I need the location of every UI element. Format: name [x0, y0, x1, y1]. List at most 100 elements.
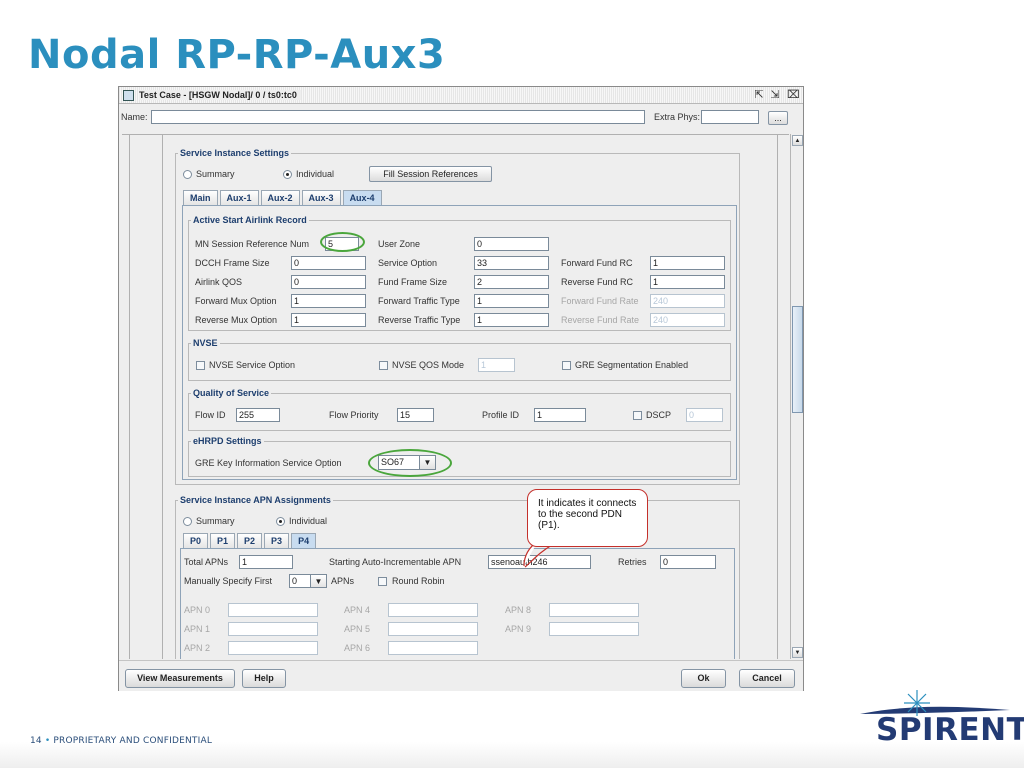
summary-radio[interactable]: [183, 170, 192, 179]
view-measurements-button[interactable]: View Measurements: [125, 669, 235, 688]
individual-radio[interactable]: [283, 170, 292, 179]
forward-traffic-type-input[interactable]: 1: [474, 294, 549, 308]
scrollbar-thumb[interactable]: [792, 306, 803, 413]
window-title: Test Case - [HSGW Nodal]/ 0 / ts0:tc0: [139, 90, 301, 100]
reverse-fund-rc-label: Reverse Fund RC: [561, 277, 634, 287]
apn-9-label: APN 9: [505, 624, 532, 634]
apn-6-input: [388, 641, 478, 655]
tab-aux-1[interactable]: Aux-1: [219, 190, 259, 205]
restore-icon[interactable]: ⇱: [753, 89, 765, 101]
starting-apn-input[interactable]: ssenoauth246: [488, 555, 591, 569]
vertical-scrollbar[interactable]: ▲ ▼: [790, 134, 803, 659]
service-option-label: Service Option: [378, 258, 438, 268]
apn-individual-label: Individual: [289, 516, 328, 526]
tab-p4[interactable]: P4: [291, 533, 317, 548]
scroll-down-icon[interactable]: ▼: [792, 647, 803, 658]
reverse-fund-rate-input: 240: [650, 313, 725, 327]
apns-label: APNs: [331, 576, 355, 586]
reverse-fund-rate-label: Reverse Fund Rate: [561, 315, 640, 325]
ehrpd-title: eHRPD Settings: [191, 436, 264, 446]
extra-phys-input[interactable]: [701, 110, 759, 124]
mn-session-ref-label: MN Session Reference Num: [195, 239, 310, 249]
retries-input[interactable]: 0: [660, 555, 716, 569]
dscp-label: DSCP: [646, 410, 672, 420]
manual-first-select[interactable]: 0 ▼: [289, 574, 327, 588]
footer: 14 • PROPRIETARY AND CONFIDENTIAL: [30, 736, 213, 746]
forward-fund-rc-input[interactable]: 1: [650, 256, 725, 270]
total-apns-input[interactable]: 1: [239, 555, 293, 569]
tab-aux-2[interactable]: Aux-2: [260, 190, 300, 205]
airlink-title: Active Start Airlink Record: [191, 215, 309, 225]
dscp-checkbox[interactable]: [633, 411, 642, 420]
cancel-button[interactable]: Cancel: [739, 669, 795, 688]
nvse-group: NVSE NVSE Service Option NVSE QOS Mode 1…: [188, 338, 731, 381]
scroll-panel: Service Instance Settings Summary Indivi…: [122, 134, 789, 659]
reverse-mux-input[interactable]: 1: [291, 313, 366, 327]
qos-title: Quality of Service: [191, 388, 272, 398]
forward-traffic-type-label: Forward Traffic Type: [378, 296, 460, 306]
nvse-service-option-label: NVSE Service Option: [209, 360, 296, 370]
reverse-traffic-type-input[interactable]: 1: [474, 313, 549, 327]
apn-assignments-title: Service Instance APN Assignments: [178, 495, 333, 505]
round-robin-checkbox[interactable]: [378, 577, 387, 586]
flow-id-label: Flow ID: [195, 410, 226, 420]
chevron-down-icon[interactable]: ▼: [310, 575, 326, 587]
round-robin-label: Round Robin: [392, 576, 445, 586]
name-label: Name:: [121, 112, 148, 122]
nvse-title: NVSE: [191, 338, 220, 348]
nvse-qos-mode-input: 1: [478, 358, 515, 372]
forward-mux-input[interactable]: 1: [291, 294, 366, 308]
reverse-fund-rc-input[interactable]: 1: [650, 275, 725, 289]
profile-id-input[interactable]: 1: [534, 408, 586, 422]
browse-button[interactable]: ...: [768, 111, 788, 125]
flow-priority-input[interactable]: 15: [397, 408, 434, 422]
apn-6-label: APN 6: [344, 643, 371, 653]
close-icon[interactable]: ⌧: [787, 89, 800, 101]
gre-key-highlight: [368, 449, 452, 477]
dcch-frame-size-label: DCCH Frame Size: [195, 258, 270, 268]
tab-p2[interactable]: P2: [237, 533, 263, 548]
service-option-input[interactable]: 33: [474, 256, 549, 270]
profile-id-label: Profile ID: [482, 410, 520, 420]
name-input[interactable]: [151, 110, 645, 124]
extra-phys-label: Extra Phys:: [654, 112, 701, 122]
maximize-icon[interactable]: ⇲: [769, 89, 781, 101]
apn-individual-radio[interactable]: [276, 517, 285, 526]
user-zone-input[interactable]: 0: [474, 237, 549, 251]
flow-id-input[interactable]: 255: [236, 408, 280, 422]
apn-summary-radio[interactable]: [183, 517, 192, 526]
button-bar: View Measurements Help Ok Cancel: [119, 660, 803, 691]
tab-aux-4[interactable]: Aux-4: [342, 190, 382, 205]
reverse-traffic-type-label: Reverse Traffic Type: [378, 315, 461, 325]
help-button[interactable]: Help: [242, 669, 286, 688]
window-titlebar: Test Case - [HSGW Nodal]/ 0 / ts0:tc0 ⇱ …: [119, 87, 803, 104]
spirent-logo-text: SPIRENT: [876, 712, 1024, 748]
nvse-service-option-checkbox[interactable]: [196, 361, 205, 370]
apn-2-input: [228, 641, 318, 655]
manual-first-label: Manually Specify First: [184, 576, 273, 586]
dcch-frame-size-input[interactable]: 0: [291, 256, 366, 270]
callout-text: It indicates it connects to the second P…: [538, 498, 637, 531]
apn-assignments-group: Service Instance APN Assignments Summary…: [175, 495, 740, 659]
tab-p3[interactable]: P3: [264, 533, 290, 548]
qos-group: Quality of Service Flow ID 255 Flow Prio…: [188, 388, 731, 431]
scroll-up-icon[interactable]: ▲: [792, 135, 803, 146]
fill-session-references-button[interactable]: Fill Session References: [369, 166, 492, 182]
tab-p0[interactable]: P0: [183, 533, 209, 548]
nvse-qos-mode-checkbox[interactable]: [379, 361, 388, 370]
tab-p1[interactable]: P1: [210, 533, 236, 548]
ok-button[interactable]: Ok: [681, 669, 726, 688]
mn-session-highlight: [320, 232, 365, 252]
gre-segmentation-checkbox[interactable]: [562, 361, 571, 370]
service-instance-group: Service Instance Settings Summary Indivi…: [175, 148, 740, 485]
nvse-qos-mode-label: NVSE QOS Mode: [392, 360, 465, 370]
retries-label: Retries: [618, 557, 647, 567]
summary-label: Summary: [196, 169, 235, 179]
fund-frame-size-input[interactable]: 2: [474, 275, 549, 289]
airlink-qos-input[interactable]: 0: [291, 275, 366, 289]
tab-aux-3[interactable]: Aux-3: [301, 190, 341, 205]
page-number: 14: [30, 736, 42, 746]
apn-8-input: [549, 603, 639, 617]
apn-8-label: APN 8: [505, 605, 532, 615]
tab-main[interactable]: Main: [183, 190, 218, 205]
